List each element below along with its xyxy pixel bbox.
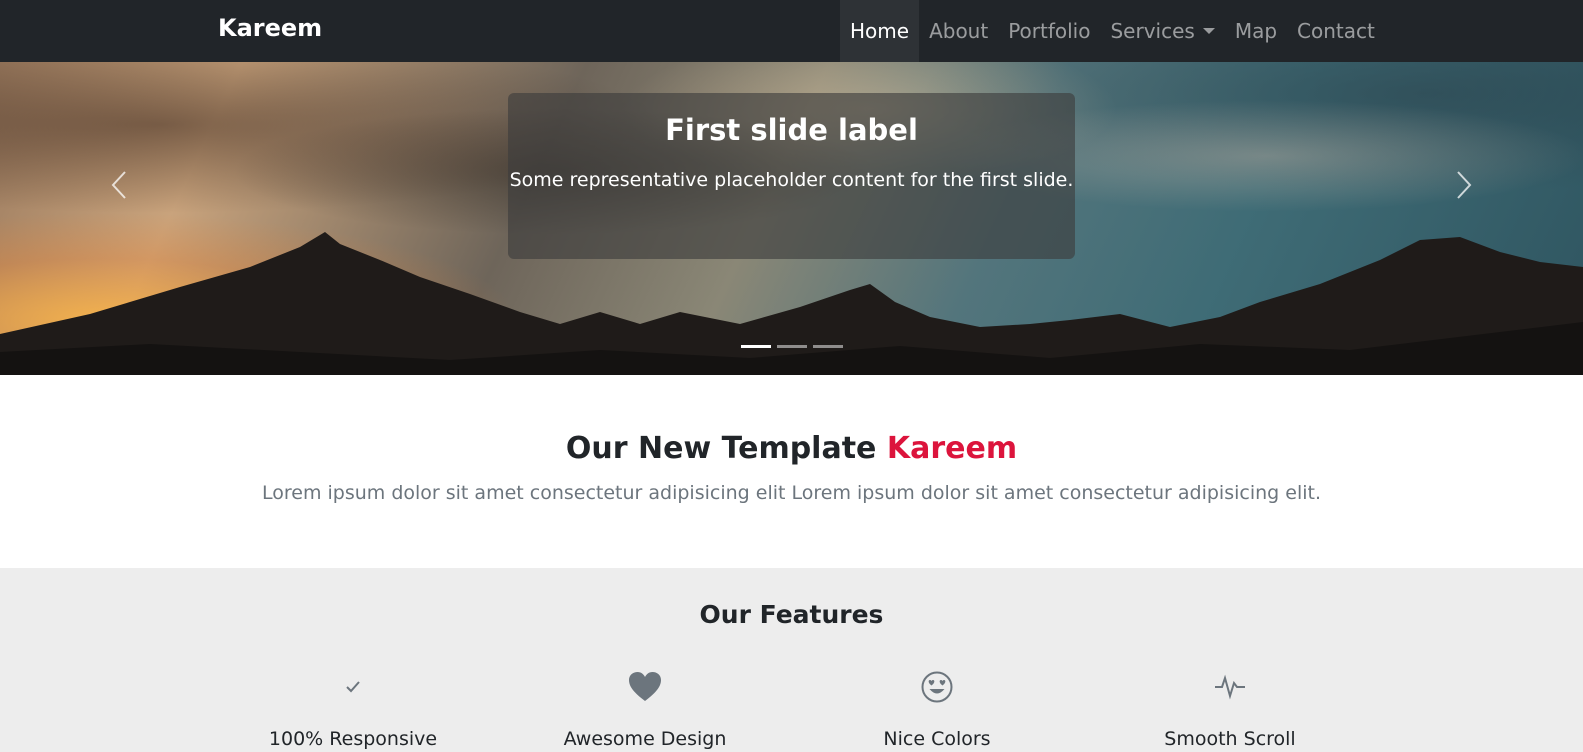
chevron-left-icon: [111, 171, 126, 199]
chevron-right-icon: [1457, 171, 1472, 199]
feature-item: 100% Responsive: [203, 666, 503, 750]
carousel-indicator-1[interactable]: [741, 345, 771, 348]
nav-link-label: Contact: [1297, 19, 1375, 43]
activity-icon: [1080, 666, 1380, 708]
nav-link-portfolio[interactable]: Portfolio: [998, 0, 1100, 62]
nav-link-contact[interactable]: Contact: [1287, 0, 1385, 62]
feature-item: Smooth Scroll: [1080, 666, 1380, 750]
features-title: Our Features: [699, 600, 884, 629]
hero-carousel: First slide label Some representative pl…: [0, 62, 1583, 375]
carousel-indicator-2[interactable]: [777, 345, 807, 348]
nav-link-label: About: [929, 19, 989, 43]
caret-down-icon: [1202, 28, 1215, 34]
brand-link[interactable]: Kareem: [218, 14, 322, 42]
carousel-indicator-3[interactable]: [813, 345, 843, 348]
feature-label: Smooth Scroll: [1164, 728, 1296, 750]
intro-title-prefix: Our New Template: [565, 431, 887, 466]
intro-title-accent: Kareem: [886, 431, 1018, 466]
nav-link-label: Home: [850, 19, 910, 43]
check-icon: [203, 666, 503, 708]
features-section: Our Features 100% Responsive Awesome Des…: [0, 568, 1583, 752]
nav-link-about[interactable]: About: [919, 0, 998, 62]
carousel-indicators: [741, 345, 843, 348]
nav-link-home[interactable]: Home: [840, 0, 920, 62]
navbar: Kareem Home About Portfolio Services Map…: [0, 0, 1583, 62]
nav-link-label: Services: [1110, 19, 1195, 43]
feature-label: 100% Responsive: [268, 728, 438, 750]
nav-links: Home About Portfolio Services Map Contac…: [840, 0, 1385, 62]
intro-section: Our New Template Kareem Lorem ipsum dolo…: [0, 375, 1583, 568]
caption-title: First slide label: [665, 113, 918, 147]
carousel-caption: First slide label Some representative pl…: [508, 93, 1075, 259]
nav-link-label: Map: [1234, 19, 1278, 43]
heart-icon: [495, 666, 795, 708]
nav-link-label: Portfolio: [1008, 19, 1091, 43]
feature-item: Nice Colors: [787, 666, 1087, 750]
smile-heart-eyes-icon: [787, 666, 1087, 708]
nav-link-services[interactable]: Services: [1100, 0, 1224, 62]
carousel-next-button[interactable]: [1444, 160, 1484, 210]
caption-text: Some representative placeholder content …: [509, 169, 1074, 191]
feature-item: Awesome Design: [495, 666, 795, 750]
carousel-prev-button[interactable]: [99, 160, 139, 210]
intro-title: Our New Template Kareem: [0, 431, 1583, 466]
feature-label: Awesome Design: [563, 728, 727, 750]
feature-label: Nice Colors: [883, 728, 991, 750]
nav-link-map[interactable]: Map: [1225, 0, 1287, 62]
intro-text: Lorem ipsum dolor sit amet consectetur a…: [261, 482, 1321, 504]
